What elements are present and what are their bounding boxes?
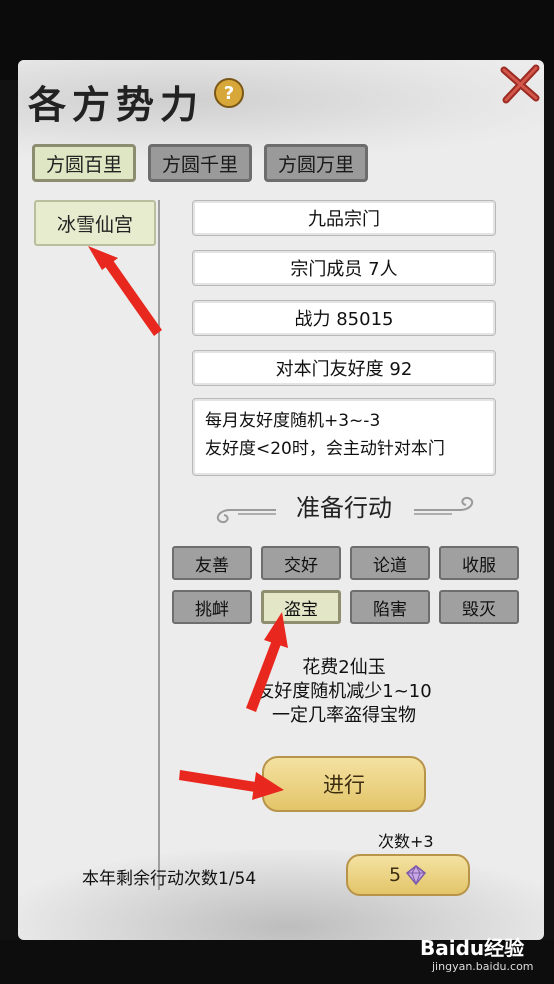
action-cost: 花费2仙玉 友好度随机减少1~10 一定几率盗得宝物 (192, 656, 496, 728)
watermark-url: jingyan.baidu.com (432, 960, 534, 973)
dialog-title: 各方势力 (28, 82, 205, 127)
remaining-actions: 本年剩余行动次数1/54 (82, 869, 257, 889)
close-icon[interactable] (498, 62, 542, 106)
buy-extra-actions-button[interactable]: 5 (346, 854, 470, 896)
cost-line-2: 友好度随机减少1~10 (256, 681, 432, 702)
tab-10000-li[interactable]: 方圆万里 (264, 144, 368, 182)
action-button-frame[interactable]: 陷害 (350, 590, 430, 624)
friendship-description: 每月友好度随机+3~-3 友好度<20时，会主动针对本门 (192, 398, 496, 476)
extra-actions-label: 次数+3 (378, 832, 434, 851)
cost-line-1: 花费2仙玉 (302, 657, 386, 678)
extra-actions-cost: 5 (388, 864, 402, 886)
action-button-befriend[interactable]: 交好 (261, 546, 341, 580)
help-icon[interactable]: ? (214, 78, 244, 108)
desc-line-1: 每月友好度随机+3~-3 (205, 411, 381, 431)
tab-100-li[interactable]: 方圆百里 (32, 144, 136, 182)
desc-line-2: 友好度<20时，会主动针对本门 (205, 439, 445, 459)
action-button-friendly[interactable]: 友善 (172, 546, 252, 580)
action-button-debate[interactable]: 论道 (350, 546, 430, 580)
faction-power: 战力 85015 (192, 300, 496, 336)
faction-rank: 九品宗门 (192, 200, 496, 236)
divider (158, 200, 160, 890)
swirl-ornament-right (414, 496, 474, 515)
proceed-button[interactable]: 进行 (262, 756, 426, 812)
action-button-destroy[interactable]: 毁灭 (439, 590, 519, 624)
cost-line-3: 一定几率盗得宝物 (272, 705, 416, 726)
action-button-subjugate[interactable]: 收服 (439, 546, 519, 580)
sidebar-item-faction[interactable]: 冰雪仙宫 (34, 200, 156, 246)
faction-members: 宗门成员 7人 (192, 250, 496, 286)
forces-dialog: 各方势力 ? 方圆百里 方圆千里 方圆万里 冰雪仙宫 九品宗门 宗门成员 7人 … (18, 60, 544, 940)
action-button-steal[interactable]: 盗宝 (261, 590, 341, 624)
action-button-provoke[interactable]: 挑衅 (172, 590, 252, 624)
tab-1000-li[interactable]: 方圆千里 (148, 144, 252, 182)
faction-friendship: 对本门友好度 92 (192, 350, 496, 386)
jade-gem-icon (405, 864, 427, 886)
watermark-brand: Baidu经验 (420, 936, 525, 960)
